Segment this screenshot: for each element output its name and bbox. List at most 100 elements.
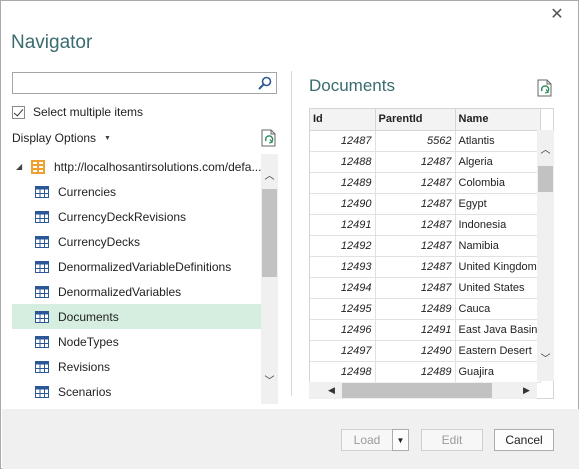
cell-id: 12493 xyxy=(310,256,376,278)
column-header-id[interactable]: Id xyxy=(310,109,376,131)
display-options-label: Display Options xyxy=(12,131,97,145)
pane-divider xyxy=(291,71,292,396)
table-row: 12492 12487 Namibia xyxy=(310,235,542,257)
preview-grid: Id ParentId Name 12487 5562 Atlantis 12488… xyxy=(309,108,554,399)
select-multiple-checkbox[interactable] xyxy=(12,105,25,119)
table-row: 12498 12489 Guajira xyxy=(310,361,542,383)
column-header-parentid[interactable]: ParentId xyxy=(375,109,456,131)
cell-name: United States xyxy=(455,277,542,299)
chevron-up-icon[interactable]: ︿ xyxy=(537,142,554,159)
table-icon xyxy=(35,335,49,348)
cell-id: 12489 xyxy=(310,172,376,194)
cell-parentid: 12490 xyxy=(375,340,456,362)
search-input[interactable] xyxy=(13,73,251,93)
cell-id: 12490 xyxy=(310,193,376,215)
table-icon xyxy=(35,210,49,223)
display-options-dropdown[interactable]: Display Options ▼ xyxy=(12,131,111,145)
database-icon xyxy=(31,159,45,174)
table-row: 12495 12489 Cauca xyxy=(310,298,542,320)
tree-item-revisions[interactable]: Revisions xyxy=(12,354,262,379)
cell-parentid: 12487 xyxy=(375,256,456,278)
column-header-name[interactable]: Name xyxy=(455,109,542,131)
cell-id: 12497 xyxy=(310,340,376,362)
tree-item-label: Documents xyxy=(58,309,119,324)
cell-name: Eastern Desert xyxy=(455,340,542,362)
load-button[interactable]: Load xyxy=(341,429,393,451)
tree-item-denormalizedvariables[interactable]: DenormalizedVariables xyxy=(12,279,262,304)
tree-root-node[interactable]: ◢ http://localhosantirsolutions.com/defa… xyxy=(12,154,262,179)
refresh-icon[interactable] xyxy=(261,129,277,147)
cell-parentid: 5562 xyxy=(375,130,456,152)
cell-id: 12492 xyxy=(310,235,376,257)
chevron-down-icon[interactable]: ﹀ xyxy=(537,351,554,368)
tree-item-currencydeckrevisions[interactable]: CurrencyDeckRevisions xyxy=(12,204,262,229)
cell-id: 12495 xyxy=(310,298,376,320)
table-row: 12491 12487 Indonesia xyxy=(310,214,542,236)
search-box xyxy=(12,72,277,94)
table-row: 12488 12487 Algeria xyxy=(310,151,542,173)
tree-item-label: DenormalizedVariableDefinitions xyxy=(58,259,232,274)
refresh-icon[interactable] xyxy=(537,79,553,97)
tree-item-scenarios[interactable]: Scenarios xyxy=(12,379,262,404)
table-icon xyxy=(35,310,49,323)
cell-name: Cauca xyxy=(455,298,542,320)
table-icon xyxy=(35,285,49,298)
chevron-up-icon[interactable]: ︿ xyxy=(261,168,278,185)
table-row: 12490 12487 Egypt xyxy=(310,193,542,215)
navigator-tree: ◢ http://localhosantirsolutions.com/defa… xyxy=(12,154,262,404)
tree-scrollbar[interactable]: ︿ ﹀ xyxy=(261,154,278,404)
tree-item-label: Currencies xyxy=(58,184,117,199)
table-icon xyxy=(35,385,49,398)
chevron-right-icon[interactable]: ▶ xyxy=(518,382,535,399)
cell-id: 12496 xyxy=(310,319,376,341)
table-row: 12487 5562 Atlantis xyxy=(310,130,542,152)
cell-parentid: 12489 xyxy=(375,361,456,383)
chevron-down-icon[interactable]: ﹀ xyxy=(261,373,278,390)
tree-item-label: NodeTypes xyxy=(58,334,119,349)
select-multiple-option[interactable]: Select multiple items xyxy=(12,105,143,119)
preview-vertical-scrollbar[interactable]: ︿ ﹀ xyxy=(537,130,554,381)
table-header-row: Id ParentId Name xyxy=(310,109,542,131)
tree-item-label: CurrencyDeckRevisions xyxy=(58,209,187,224)
tree-item-label: Scenarios xyxy=(58,384,112,399)
preview-vertical-thumb[interactable] xyxy=(538,166,553,192)
close-icon[interactable]: ✕ xyxy=(549,7,565,23)
tree-item-denormalizedvariabledefinitions[interactable]: DenormalizedVariableDefinitions xyxy=(12,254,262,279)
collapse-triangle-icon[interactable]: ◢ xyxy=(16,162,26,171)
preview-horizontal-thumb[interactable] xyxy=(342,383,492,398)
preview-horizontal-scrollbar[interactable]: ◀ ▶ xyxy=(309,382,537,399)
cell-parentid: 12487 xyxy=(375,235,456,257)
tree-scrollbar-thumb[interactable] xyxy=(262,189,277,277)
cell-name: Egypt xyxy=(455,193,542,215)
tree-item-currencydecks[interactable]: CurrencyDecks xyxy=(12,229,262,254)
edit-button[interactable]: Edit xyxy=(421,429,483,451)
table-row: 12493 12487 United Kingdom xyxy=(310,256,542,278)
cell-id: 12494 xyxy=(310,277,376,299)
tree-item-label: DenormalizedVariables xyxy=(58,284,182,299)
cell-id: 12498 xyxy=(310,361,376,383)
cancel-button[interactable]: Cancel xyxy=(494,429,554,451)
table-row: 12496 12491 East Java Basin xyxy=(310,319,542,341)
cell-id: 12491 xyxy=(310,214,376,236)
tree-root-label: http://localhosantirsolutions.com/defa..… xyxy=(54,159,262,174)
cell-name: East Java Basin xyxy=(455,319,542,341)
cell-name: United Kingdom xyxy=(455,256,542,278)
preview-title: Documents xyxy=(309,76,395,95)
chevron-left-icon[interactable]: ◀ xyxy=(323,382,340,399)
dialog-footer: Load ▼ Edit Cancel xyxy=(2,409,579,469)
cell-name: Guajira xyxy=(455,361,542,383)
table-icon xyxy=(35,185,49,198)
tree-item-documents[interactable]: Documents xyxy=(12,304,262,329)
cell-name: Namibia xyxy=(455,235,542,257)
cell-id: 12488 xyxy=(310,151,376,173)
cell-name: Colombia xyxy=(455,172,542,194)
chevron-down-icon: ▼ xyxy=(104,134,111,142)
table-row: 12497 12490 Eastern Desert xyxy=(310,340,542,362)
preview-table: Id ParentId Name 12487 5562 Atlantis 12488… xyxy=(310,109,542,383)
search-icon[interactable] xyxy=(258,76,272,90)
navigator-dialog: ✕ Navigator Select multiple items Displa… xyxy=(0,0,579,469)
tree-item-currencies[interactable]: Currencies xyxy=(12,179,262,204)
select-multiple-label: Select multiple items xyxy=(33,105,144,119)
tree-item-nodetypes[interactable]: NodeTypes xyxy=(12,329,262,354)
load-dropdown-button[interactable]: ▼ xyxy=(392,429,409,451)
